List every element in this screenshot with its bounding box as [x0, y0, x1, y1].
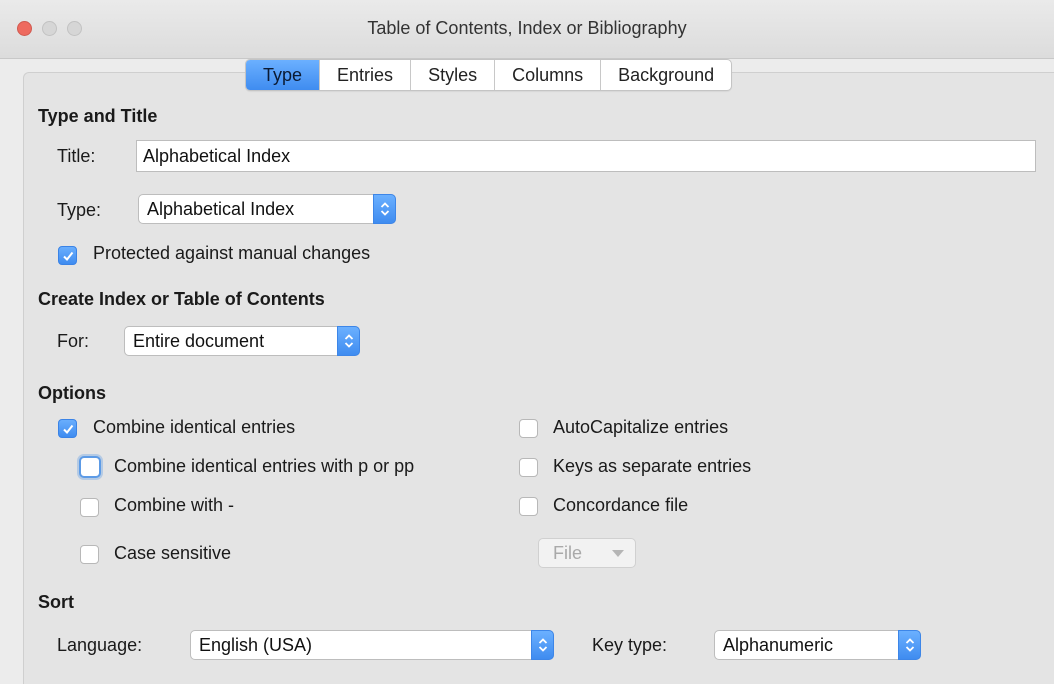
stepper-arrows-icon: [898, 630, 921, 660]
language-label: Language:: [57, 635, 143, 655]
tab-type[interactable]: Type: [246, 60, 320, 90]
language-select-value: English (USA): [199, 635, 313, 655]
combine-identical-checkbox[interactable]: [58, 419, 77, 438]
combine-with-dash-label: Combine with -: [114, 495, 235, 515]
type-select[interactable]: Alphabetical Index: [138, 194, 396, 224]
tab-background[interactable]: Background: [600, 60, 731, 90]
combine-with-dash-checkbox[interactable]: [80, 498, 99, 517]
checkmark-icon: [63, 251, 74, 262]
create-index-heading: Create Index or Table of Contents: [38, 289, 325, 309]
tab-bar: Type Entries Styles Columns Background: [245, 59, 733, 91]
for-select[interactable]: Entire document: [124, 326, 360, 356]
tab-columns[interactable]: Columns: [494, 60, 600, 90]
for-label: For:: [57, 331, 90, 351]
dropdown-arrow-icon: [612, 550, 624, 557]
case-sensitive-checkbox[interactable]: [80, 545, 99, 564]
dialog-window: Table of Contents, Index or Bibliography…: [0, 0, 1054, 684]
stepper-arrows-icon: [337, 326, 360, 356]
combine-p-pp-checkbox[interactable]: [79, 456, 101, 478]
concordance-checkbox[interactable]: [519, 497, 538, 516]
protected-label: Protected against manual changes: [93, 243, 371, 263]
key-type-select[interactable]: Alphanumeric: [714, 630, 921, 660]
autocapitalize-checkbox[interactable]: [519, 419, 538, 438]
window-title: Table of Contents, Index or Bibliography: [367, 18, 687, 38]
stepper-arrows-icon: [373, 194, 396, 224]
protected-checkbox[interactable]: [58, 246, 77, 265]
type-and-title-heading: Type and Title: [38, 106, 158, 126]
key-type-select-value: Alphanumeric: [723, 635, 834, 655]
options-heading: Options: [38, 383, 106, 403]
combine-p-pp-label: Combine identical entries with p or pp: [114, 456, 415, 476]
type-label: Type:: [57, 200, 102, 220]
checkmark-icon: [63, 424, 74, 435]
title-input[interactable]: Alphabetical Index: [136, 140, 1036, 172]
keys-separate-label: Keys as separate entries: [553, 456, 752, 476]
combine-identical-label: Combine identical entries: [93, 417, 296, 437]
autocapitalize-label: AutoCapitalize entries: [553, 417, 729, 437]
key-type-label: Key type:: [592, 635, 668, 655]
for-select-value: Entire document: [133, 331, 265, 351]
case-sensitive-label: Case sensitive: [114, 543, 232, 563]
keys-separate-checkbox[interactable]: [519, 458, 538, 477]
title-bar: Table of Contents, Index or Bibliography: [0, 0, 1054, 59]
language-select[interactable]: English (USA): [190, 630, 554, 660]
tab-entries[interactable]: Entries: [319, 60, 410, 90]
file-button[interactable]: File: [538, 538, 636, 568]
concordance-label: Concordance file: [553, 495, 689, 515]
sort-heading: Sort: [38, 592, 74, 612]
stepper-arrows-icon: [531, 630, 554, 660]
type-select-value: Alphabetical Index: [147, 199, 295, 219]
file-button-label: File: [553, 543, 583, 563]
tab-styles[interactable]: Styles: [410, 60, 494, 90]
title-label: Title:: [57, 146, 96, 166]
